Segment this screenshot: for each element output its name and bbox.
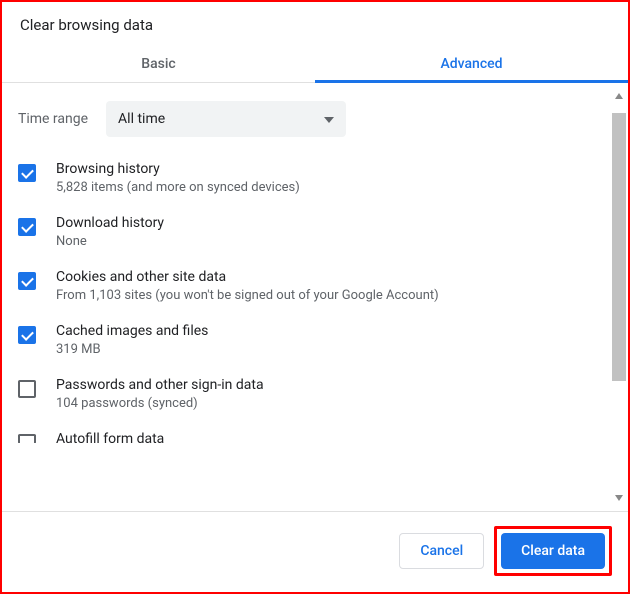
checkbox-browsing-history[interactable] [18,164,36,182]
cancel-button[interactable]: Cancel [399,533,484,569]
checkbox-cached[interactable] [18,326,36,344]
clear-data-button[interactable]: Clear data [501,533,605,569]
time-range-label: Time range [18,111,88,127]
option-subtitle: 5,828 items (and more on synced devices) [56,180,300,195]
option-cookies: Cookies and other site data From 1,103 s… [18,259,612,313]
option-browsing-history: Browsing history 5,828 items (and more o… [18,151,612,205]
option-passwords: Passwords and other sign-in data 104 pas… [18,367,612,421]
option-subtitle: 104 passwords (synced) [56,396,264,411]
option-download-history: Download history None [18,205,612,259]
option-title: Cached images and files [56,323,208,339]
option-title: Autofill form data [56,431,164,443]
option-autofill: Autofill form data [18,421,612,443]
chevron-down-icon [324,111,334,127]
checkbox-cookies[interactable] [18,272,36,290]
scroll-down-icon[interactable] [612,491,626,505]
checkbox-download-history[interactable] [18,218,36,236]
clear-browsing-data-dialog: Clear browsing data Basic Advanced Time … [0,0,630,594]
time-range-dropdown[interactable]: All time [106,101,346,137]
scroll-content: Time range All time Browsing history 5,8… [2,83,628,511]
scrollbar[interactable] [612,87,626,507]
option-subtitle: From 1,103 sites (you won't be signed ou… [56,288,439,303]
dialog-title: Clear browsing data [2,2,628,44]
scrollbar-thumb[interactable] [612,113,626,381]
tabs-bar: Basic Advanced [2,44,628,83]
dialog-footer: Cancel Clear data [2,511,628,592]
highlight-annotation: Clear data [494,526,612,576]
tab-basic[interactable]: Basic [2,44,315,82]
scroll-up-icon[interactable] [612,89,626,103]
checkbox-autofill[interactable] [18,434,36,443]
option-title: Browsing history [56,161,300,177]
tab-advanced[interactable]: Advanced [315,44,628,82]
checkbox-passwords[interactable] [18,380,36,398]
time-range-row: Time range All time [18,83,612,151]
time-range-selected: All time [118,111,165,127]
option-title: Download history [56,215,164,231]
option-title: Passwords and other sign-in data [56,377,264,393]
option-subtitle: 319 MB [56,342,208,357]
option-title: Cookies and other site data [56,269,439,285]
option-cached: Cached images and files 319 MB [18,313,612,367]
scroll-area: Time range All time Browsing history 5,8… [2,83,628,511]
option-subtitle: None [56,234,164,249]
